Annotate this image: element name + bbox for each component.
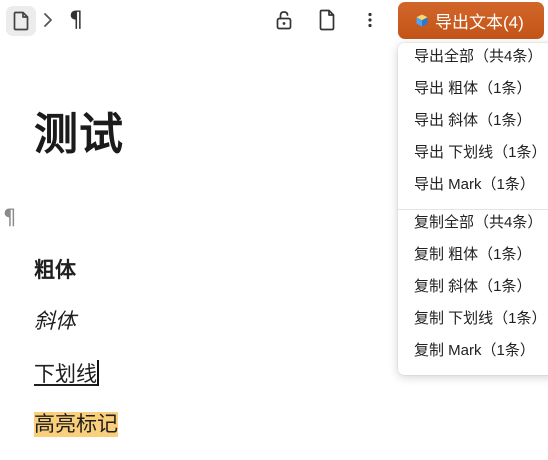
menu-item-export-mark[interactable]: 导出 Mark（1条） <box>414 171 535 199</box>
pilcrow-icon[interactable]: ¶ <box>62 6 90 34</box>
menu-item-copy-bold[interactable]: 复制 粗体（1条） <box>414 241 532 269</box>
underline-text: 下划线 <box>34 363 97 386</box>
text-cursor <box>97 360 99 386</box>
menu-item-copy-italic[interactable]: 复制 斜体（1条） <box>414 273 532 301</box>
new-file-button[interactable] <box>314 6 340 34</box>
more-vertical-icon <box>368 12 372 28</box>
highlight-text: 高亮标记 <box>34 412 118 437</box>
more-options-button[interactable] <box>359 6 381 34</box>
menu-item-copy-underline[interactable]: 复制 下划线（1条） <box>414 305 547 333</box>
menu-item-export-bold[interactable]: 导出 粗体（1条） <box>414 75 532 103</box>
export-text-label: 导出文本(4) <box>435 13 524 32</box>
lock-open-icon <box>276 11 292 30</box>
mark-paragraph[interactable]: 高亮标记 <box>34 411 118 439</box>
breadcrumb-chevron <box>38 8 58 32</box>
top-toolbar: ¶ 导出文本(4) <box>0 0 548 40</box>
chevron-right-icon <box>44 13 52 27</box>
italic-paragraph[interactable]: 斜体 <box>34 308 76 336</box>
lock-button[interactable] <box>271 7 297 33</box>
bold-paragraph[interactable]: 粗体 <box>34 257 76 285</box>
cube-icon <box>415 14 429 28</box>
file-icon <box>13 11 29 31</box>
menu-item-export-all[interactable]: 导出全部（共4条） <box>414 43 542 71</box>
export-dropdown-menu: 导出全部（共4条） 导出 粗体（1条） 导出 斜体（1条） 导出 下划线（1条）… <box>398 43 548 375</box>
file-icon <box>319 9 335 31</box>
document-button[interactable] <box>6 6 36 36</box>
menu-item-copy-mark[interactable]: 复制 Mark（1条） <box>414 337 535 365</box>
menu-item-export-underline[interactable]: 导出 下划线（1条） <box>414 139 547 167</box>
underline-paragraph[interactable]: 下划线 <box>34 360 99 389</box>
empty-paragraph-marker: ¶ <box>3 205 17 229</box>
menu-item-copy-all[interactable]: 复制全部（共4条） <box>414 209 542 237</box>
editor-page: ¶ 导出文本(4) 测试 ¶ 粗体 斜体 下划线 高亮标记 导出全部（共4条） … <box>0 0 548 460</box>
export-text-button[interactable]: 导出文本(4) <box>398 2 544 39</box>
menu-item-export-italic[interactable]: 导出 斜体（1条） <box>414 107 532 135</box>
document-title[interactable]: 测试 <box>34 106 124 164</box>
